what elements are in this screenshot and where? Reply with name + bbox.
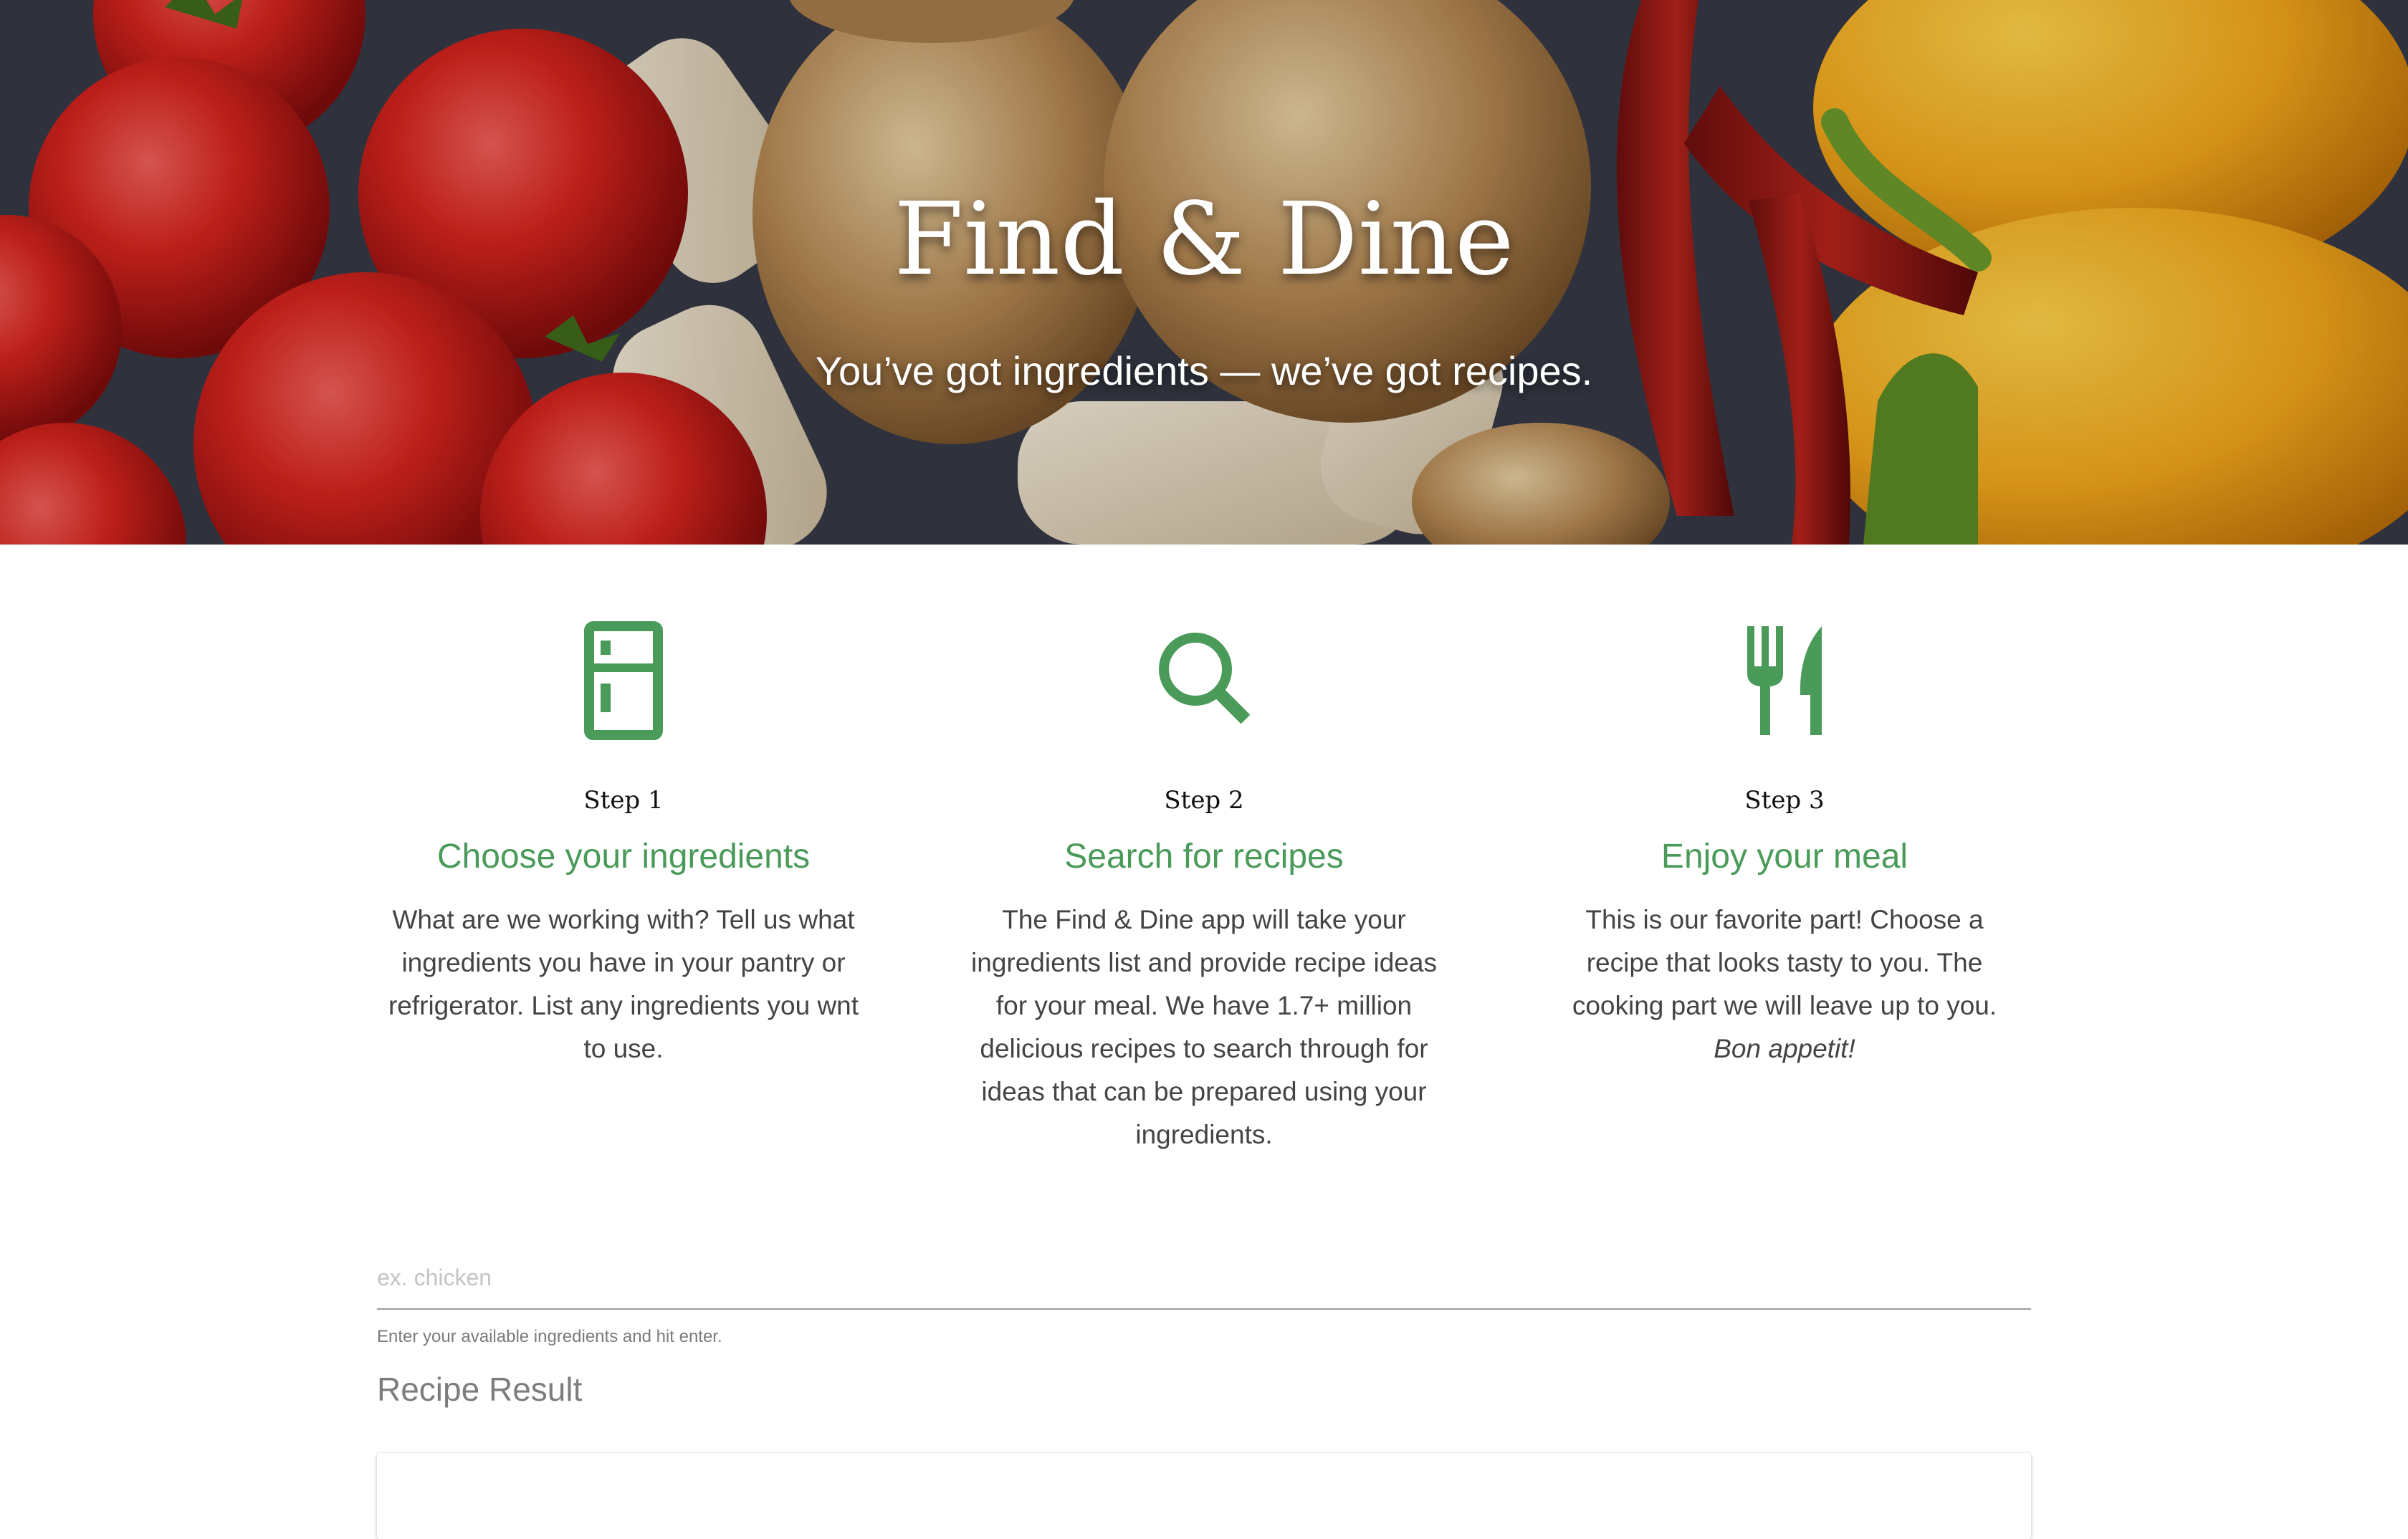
utensils-icon bbox=[1747, 626, 1822, 735]
how-it-works-steps: Step 1 Choose your ingredients What are … bbox=[373, 616, 2035, 1156]
recipe-result-heading: Recipe Result bbox=[377, 1371, 583, 1408]
app-tagline: You’ve got ingredients — we’ve got recip… bbox=[815, 348, 1593, 393]
recipe-result-card[interactable] bbox=[377, 1453, 2031, 1539]
step-description: This is our favorite part! Choose a reci… bbox=[1548, 898, 2021, 1070]
step-number: Step 1 bbox=[583, 786, 664, 815]
search-helper-text: Enter your available ingredients and hit… bbox=[377, 1327, 722, 1346]
step-title: Choose your ingredients bbox=[436, 838, 811, 876]
step-1-card: Step 1 Choose your ingredients What are … bbox=[373, 616, 874, 1156]
app-title: Find & Dine bbox=[894, 181, 1514, 298]
step-title: Enjoy your meal bbox=[1661, 838, 1908, 876]
step-3-card: Step 3 Enjoy your meal This is our favor… bbox=[1534, 616, 2035, 1156]
step-description-emphasis: Bon appetit! bbox=[1714, 1034, 1855, 1063]
step-number: Step 2 bbox=[1164, 786, 1244, 815]
refrigerator-icon bbox=[584, 621, 663, 740]
search-icon bbox=[1159, 633, 1251, 724]
step-2-card: Step 2 Search for recipes The Find & Din… bbox=[953, 616, 1455, 1156]
ingredient-search: Enter your available ingredients and hit… bbox=[377, 1247, 2031, 1347]
step-description-text: This is our favorite part! Choose a reci… bbox=[1572, 905, 1997, 1020]
step-description: What are we working with? Tell us what i… bbox=[388, 905, 859, 1063]
step-description: The Find & Dine app will take your ingre… bbox=[971, 905, 1437, 1149]
ingredients-input[interactable] bbox=[377, 1247, 2031, 1310]
step-title: Search for recipes bbox=[1064, 838, 1344, 876]
hero-banner: Find & Dine You’ve got ingredients — we’… bbox=[0, 0, 2408, 545]
step-number: Step 3 bbox=[1744, 786, 1825, 815]
